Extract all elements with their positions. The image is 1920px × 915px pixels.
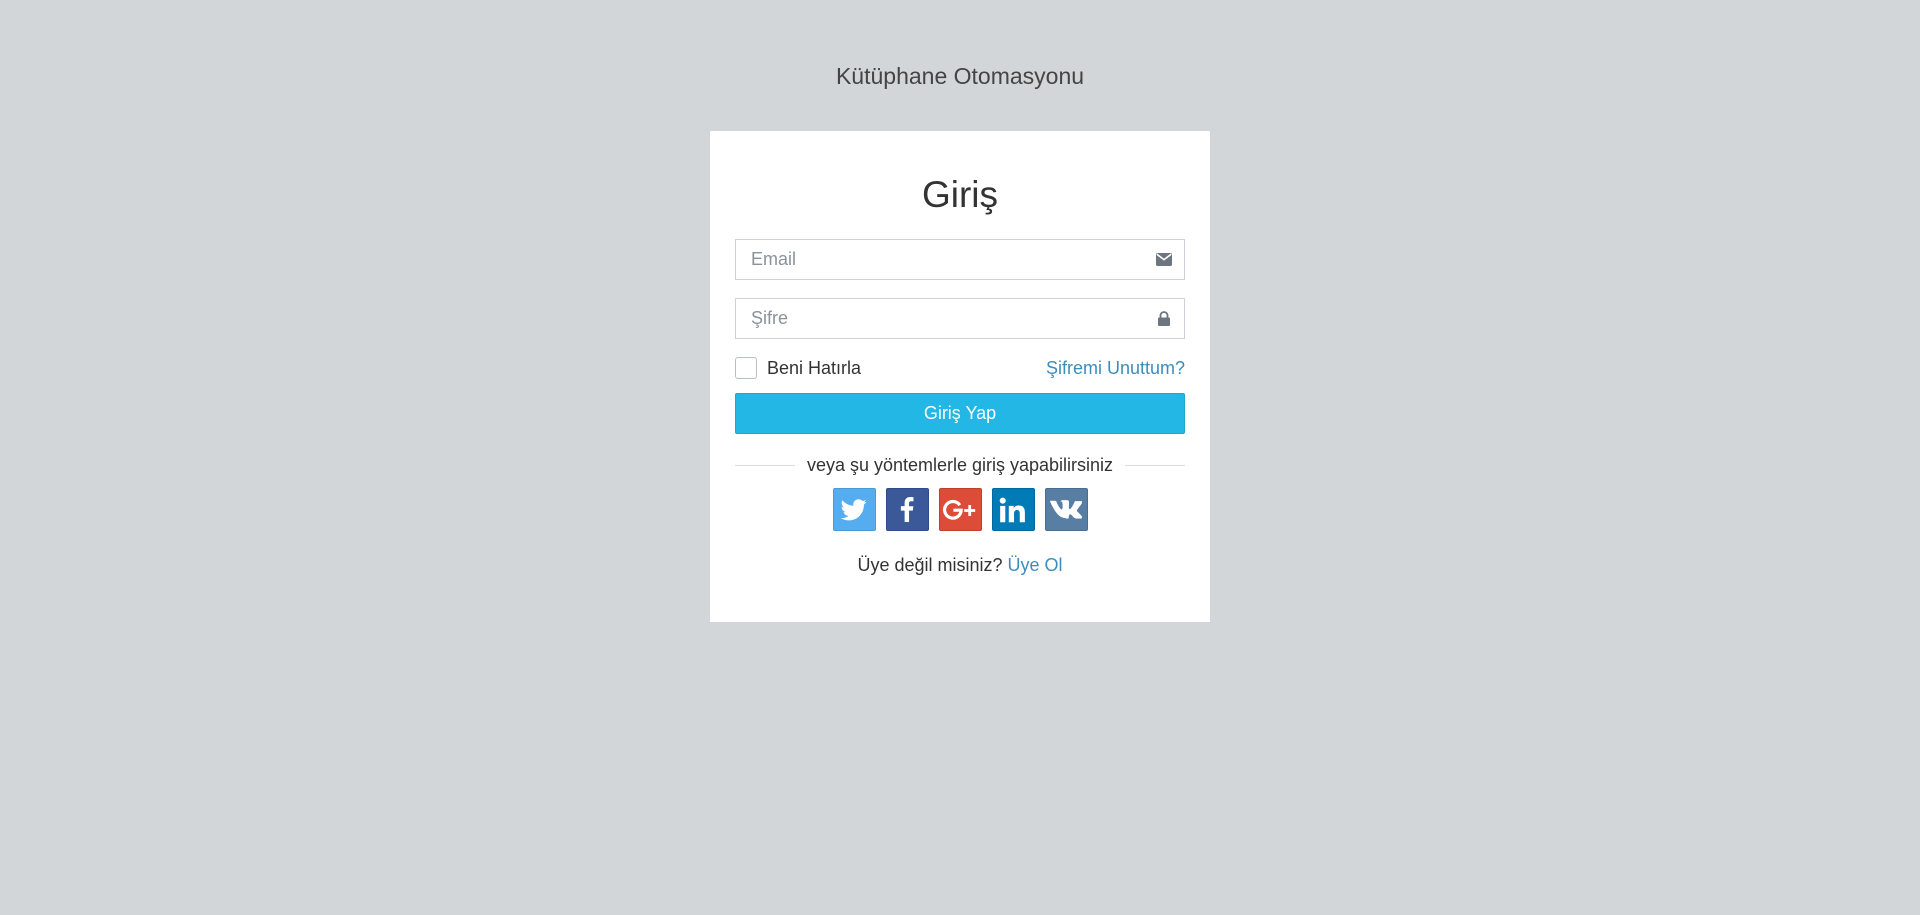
- email-field-group: [735, 239, 1185, 280]
- forgot-password-link[interactable]: Şifremi Unuttum?: [1046, 358, 1185, 379]
- facebook-icon: [900, 497, 914, 522]
- remember-me-label: Beni Hatırla: [767, 357, 862, 378]
- password-input[interactable]: [736, 299, 1184, 338]
- app-title: Kütüphane Otomasyonu: [835, 63, 1085, 89]
- twitter-login-button[interactable]: [832, 488, 876, 531]
- google-plus-login-button[interactable]: [938, 488, 982, 531]
- login-card: Giriş Beni Hatırla Şifremi Unuttum? Giri…: [710, 131, 1210, 622]
- login-heading: Giriş: [921, 174, 999, 215]
- signup-row: Üye değil misiniz? Üye Ol: [735, 555, 1185, 576]
- divider-line-right: [1125, 464, 1185, 466]
- social-divider-text: veya şu yöntemlerle giriş yapabilirsiniz: [806, 454, 1114, 475]
- vk-login-button[interactable]: [1044, 488, 1088, 531]
- envelope-icon: [1155, 251, 1173, 269]
- login-options-row: Beni Hatırla Şifremi Unuttum?: [735, 355, 1185, 381]
- login-submit-button[interactable]: Giriş Yap: [735, 393, 1185, 434]
- facebook-login-button[interactable]: [885, 488, 929, 531]
- lock-icon: [1155, 310, 1173, 328]
- remember-me-control[interactable]: Beni Hatırla: [735, 357, 861, 379]
- social-divider: veya şu yöntemlerle giriş yapabilirsiniz: [735, 452, 1185, 478]
- signup-prompt: Üye değil misiniz?: [857, 555, 1003, 575]
- password-field-group: [735, 298, 1185, 339]
- vk-icon: [1050, 500, 1082, 519]
- divider-line-left: [735, 464, 795, 466]
- email-input[interactable]: [736, 240, 1184, 279]
- signup-link[interactable]: Üye Ol: [1008, 555, 1063, 575]
- linkedin-login-button[interactable]: [991, 488, 1035, 531]
- twitter-icon: [841, 498, 867, 521]
- linkedin-icon: [999, 497, 1027, 523]
- google-plus-icon: [942, 499, 978, 521]
- social-login-buttons: [735, 488, 1185, 531]
- remember-me-checkbox[interactable]: [735, 357, 757, 379]
